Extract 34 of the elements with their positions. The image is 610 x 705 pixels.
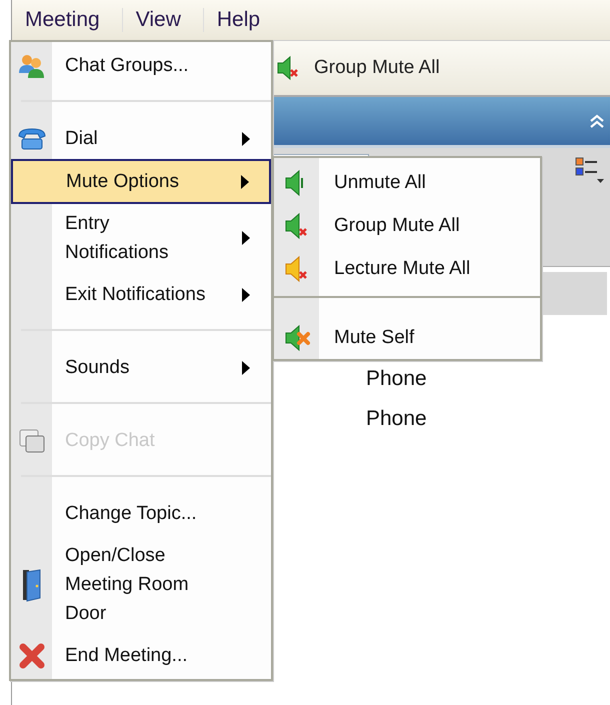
menu-item[interactable]: Exit Notifications [11,273,271,316]
collapse-icon[interactable] [589,113,605,129]
submenu-arrow-icon [241,174,249,188]
menu-item[interactable]: Entry Notifications [11,203,271,273]
menu-bar-item[interactable]: Help [204,8,282,32]
speaker-muted-icon [284,254,310,282]
phone-icon [17,126,47,150]
group-mute-all-button[interactable]: Group Mute All [272,51,444,85]
menu-bar-item[interactable]: View [122,8,204,32]
people-icon [18,52,46,78]
menu-item[interactable]: Lecture Mute All [274,247,540,290]
menu-item[interactable]: Chat Groups... [11,44,271,87]
menu-item[interactable]: Group Mute All [274,204,540,247]
menu-item[interactable]: Open/Close Meeting Room Door [11,535,271,634]
submenu-arrow-icon [242,288,250,302]
menu-item[interactable]: End Meeting... [11,634,271,677]
menu-bar-item[interactable]: Meeting [12,8,123,32]
menu-item[interactable]: Mute Options [11,159,271,204]
submenu-arrow-icon [242,132,250,146]
list-item[interactable]: Phone [366,359,427,399]
menu-item[interactable]: Change Topic... [11,492,271,535]
submenu-arrow-icon [242,231,250,245]
copy-icon [18,428,46,454]
submenu-arrow-icon [242,360,250,374]
speaker-muted-icon [276,55,300,81]
speaker-muted-icon [284,324,310,352]
menu-item[interactable]: Unmute All [274,161,540,204]
list-item[interactable]: Phone [366,399,427,439]
door-icon [22,568,42,602]
menu-item[interactable]: Mute Self [274,316,540,359]
menu-item[interactable]: Dial [11,117,271,160]
speaker-muted-icon [284,212,310,240]
menu-item[interactable]: Sounds [11,346,271,389]
close-icon [18,642,46,670]
